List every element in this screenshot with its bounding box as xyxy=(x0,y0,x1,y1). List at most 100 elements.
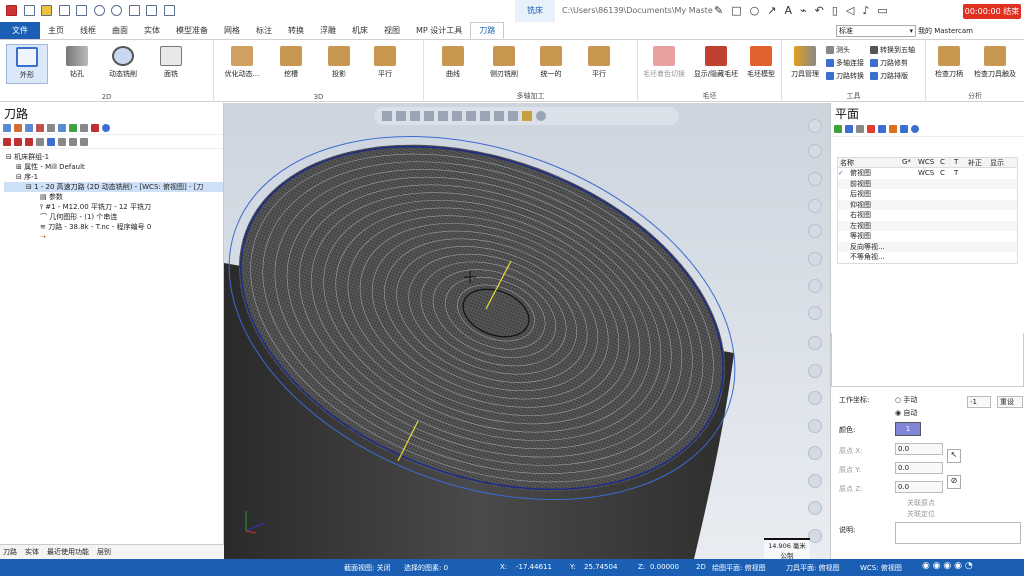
tree-toolpath[interactable]: ≋ 刀路 - 38.8k - T.nc - 程序编号 0 xyxy=(4,222,223,232)
expand-icon[interactable]: ⊞ xyxy=(16,163,22,171)
tab-emboss[interactable]: 浮雕 xyxy=(312,22,344,39)
unified-button[interactable]: 统一的 xyxy=(530,44,572,84)
circle-icon[interactable]: ○ xyxy=(750,4,760,17)
toolpath-trim-button[interactable]: 刀路修剪 xyxy=(870,57,908,68)
toggle-lock-icon[interactable] xyxy=(58,137,66,146)
optimized-dynamic-button[interactable]: 优化动态... xyxy=(218,44,266,84)
record-timer[interactable]: 00:00:00 结束 xyxy=(963,4,1021,19)
origin-z-field[interactable]: 0.0 xyxy=(895,481,943,493)
show-hide-stock-button[interactable]: 显示/隐藏毛坯 xyxy=(692,44,740,84)
print-icon[interactable] xyxy=(76,5,88,16)
properties-icon[interactable] xyxy=(146,5,158,16)
view-layer-icon[interactable] xyxy=(808,364,822,378)
plane-row[interactable]: 不等角视... xyxy=(838,252,1017,263)
wcs-number-field[interactable]: -1 xyxy=(967,396,991,408)
tree-parameters[interactable]: ▤ 参数 xyxy=(4,192,223,202)
tree-group[interactable]: ⊟ 序-1 xyxy=(4,172,223,182)
status-tplane[interactable]: 刀具平面: 俯视图 xyxy=(786,563,840,573)
view-rotate-icon[interactable] xyxy=(808,474,822,488)
color-icon[interactable] xyxy=(522,111,532,121)
scroll-icon[interactable] xyxy=(36,137,44,146)
check-holder-button[interactable]: 检查刀柄 xyxy=(928,44,970,84)
style-select[interactable]: 标准 ▾ xyxy=(836,25,916,37)
expand-icon[interactable]: ⊟ xyxy=(26,183,32,191)
open-folder-icon[interactable] xyxy=(41,5,53,16)
rectangle-icon[interactable]: □ xyxy=(731,4,741,17)
plane-row[interactable]: 右视图 xyxy=(838,210,1017,221)
help-icon[interactable] xyxy=(102,123,110,132)
app-icon[interactable] xyxy=(6,5,17,16)
trash-icon[interactable]: ▯ xyxy=(832,4,838,17)
view-x-icon[interactable] xyxy=(808,199,822,213)
curve-button[interactable]: 曲线 xyxy=(432,44,474,84)
tab-machine[interactable]: 机床 xyxy=(344,22,376,39)
wire-icon[interactable] xyxy=(438,111,448,121)
project-button[interactable]: 投影 xyxy=(318,44,360,84)
pocket-3d-button[interactable]: 挖槽 xyxy=(270,44,312,84)
plane-row[interactable]: 等视图 xyxy=(838,231,1017,242)
arrow-icon[interactable]: ↗ xyxy=(767,4,776,17)
check-tool-reach-button[interactable]: 检查刀具触及 xyxy=(970,44,1020,84)
regenerate-icon[interactable] xyxy=(25,123,33,132)
tab-surfaces[interactable]: 曲面 xyxy=(104,22,136,39)
view-mask-icon[interactable] xyxy=(808,224,822,238)
undo-icon[interactable] xyxy=(93,5,105,16)
tab-recent-functions[interactable]: 最近使用功能 xyxy=(47,547,89,557)
mic-icon[interactable]: ♪ xyxy=(862,4,869,17)
description-field[interactable] xyxy=(895,522,1021,544)
multiaxis-link-button[interactable]: 多轴连接 xyxy=(826,57,864,68)
verify-icon[interactable] xyxy=(58,123,66,132)
view-stack-icon[interactable] xyxy=(808,501,822,515)
origin-x-field[interactable]: 0.0 xyxy=(895,443,943,455)
view-grid-icon[interactable] xyxy=(808,391,822,405)
tab-mp-design[interactable]: MP 设计工具 xyxy=(408,22,470,39)
tab-transform[interactable]: 转换 xyxy=(280,22,312,39)
tab-solids[interactable]: 实体 xyxy=(136,22,168,39)
tree-operation[interactable]: ⊟ 1 - 20 高速刀路 (2D 动态铣削) - [WCS: 俯视图] - [… xyxy=(4,182,223,192)
highfeed-icon[interactable] xyxy=(80,123,88,132)
toggle-display-icon[interactable] xyxy=(47,137,55,146)
tab-model-prep[interactable]: 模型准备 xyxy=(168,22,216,39)
view-page-icon[interactable] xyxy=(808,336,822,350)
tab-toolpaths-panel[interactable]: 刀路 xyxy=(3,547,17,557)
tree-machine-group[interactable]: ⊟ 机床群组-1 xyxy=(4,152,223,162)
assign-icon[interactable] xyxy=(878,124,886,133)
simulate-icon[interactable] xyxy=(47,123,55,132)
tab-solids-panel[interactable]: 实体 xyxy=(25,547,39,557)
plane-row[interactable]: 左视图 xyxy=(838,220,1017,231)
origin-y-field[interactable]: 0.0 xyxy=(895,462,943,474)
clear-origin-icon[interactable]: ⊘ xyxy=(947,475,961,489)
speaker-icon[interactable]: ◁ xyxy=(846,4,854,17)
tool-manager-button[interactable]: 刀具管理 xyxy=(784,44,826,84)
toolpath-transform-button[interactable]: 刀路转换 xyxy=(826,70,864,81)
view-pen-icon[interactable] xyxy=(808,279,822,293)
post-icon[interactable] xyxy=(69,123,77,132)
plane-from-icon[interactable] xyxy=(845,124,853,133)
expand-icon[interactable]: ⊟ xyxy=(16,173,22,181)
save-icon[interactable] xyxy=(58,5,70,16)
redo-icon[interactable] xyxy=(111,5,123,16)
plane-row[interactable]: 反向等视... xyxy=(838,241,1017,252)
delete-icon[interactable] xyxy=(91,123,99,132)
selection-icon[interactable] xyxy=(410,111,420,121)
tab-mesh[interactable]: 网格 xyxy=(216,22,248,39)
refresh-plane-icon[interactable] xyxy=(900,124,908,133)
regenerate-dirty-icon[interactable] xyxy=(36,123,44,132)
face-mill-button[interactable]: 面铣 xyxy=(150,44,192,84)
view-h-icon[interactable] xyxy=(808,252,822,266)
view-forbid-icon[interactable] xyxy=(808,529,822,543)
status-display-icons[interactable]: ◉ ◉ ◉ ◉ ◔ xyxy=(922,561,973,571)
drill-button[interactable]: 钻孔 xyxy=(56,44,98,84)
expand-icon[interactable]: ⊟ xyxy=(6,153,12,161)
save-as-icon[interactable] xyxy=(128,5,140,16)
tab-drafting[interactable]: 标注 xyxy=(248,22,280,39)
select-all-icon[interactable] xyxy=(3,123,11,132)
text-icon[interactable]: A xyxy=(784,4,792,17)
plane-row[interactable]: ✓ 俯视图 WCS C T xyxy=(838,168,1017,179)
my-mastercam[interactable]: 我的 Mastercam xyxy=(918,26,973,36)
body-icon[interactable] xyxy=(494,111,504,121)
move-up-icon[interactable] xyxy=(14,137,22,146)
toolpath-nesting-button[interactable]: 刀路排版 xyxy=(870,70,908,81)
parallel-multiaxis-button[interactable]: 平行 xyxy=(578,44,620,84)
plane-row[interactable]: 前视图 xyxy=(838,178,1017,189)
